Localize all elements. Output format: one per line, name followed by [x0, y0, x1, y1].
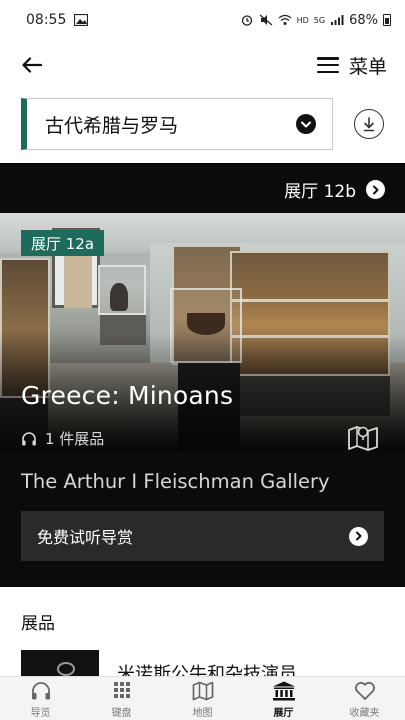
nav-item-guide[interactable]: 导览: [0, 677, 81, 720]
free-audio-tour-button[interactable]: 免费试听导赏: [21, 511, 384, 561]
hamburger-icon: [316, 57, 339, 73]
map-icon: [191, 680, 215, 702]
room-badge: 展厅 12a: [21, 230, 105, 256]
next-room-label: 展厅 12b: [284, 182, 356, 202]
map-pin-icon: [348, 426, 378, 451]
nav-label-guide: 导览: [30, 708, 51, 719]
arrow-left-icon: [22, 57, 42, 73]
museum-icon: [272, 680, 296, 702]
mute-icon: [259, 14, 272, 26]
exhibits-heading: 展品: [21, 614, 55, 634]
alarm-icon: [241, 15, 252, 26]
signal-icon: [331, 15, 344, 25]
chevron-right-icon: [366, 180, 385, 199]
status-time: 08:55: [26, 12, 67, 28]
chevron-down-icon: [296, 114, 316, 134]
gallery-hero-card: 展厅 12b 展厅 12a Greece: Minoans 1 件展品 The …: [0, 163, 405, 587]
heart-icon: [353, 680, 377, 702]
gallery-notification-icon: [74, 14, 89, 26]
gallery-dropdown-value: 古代希腊与罗马: [45, 114, 179, 137]
app-header: 菜单: [0, 40, 405, 90]
exhibit-title: 米诺斯公牛和杂技演员: [117, 664, 297, 676]
nav-item-favorites[interactable]: 收藏夹: [324, 677, 405, 720]
room-badge-label: 展厅 12a: [31, 234, 95, 253]
download-button[interactable]: [354, 109, 384, 139]
download-icon: [363, 116, 375, 131]
menu-label: 菜单: [348, 55, 387, 78]
status-bar: 08:55 HD 5G 68%: [0, 0, 405, 40]
exhibit-thumbnail: [21, 650, 99, 676]
keypad-icon: [110, 680, 134, 702]
battery-icon: [383, 14, 391, 26]
wifi-icon: [278, 14, 292, 25]
bottom-nav: 导览 键盘 地图 展厅 收藏夹: [0, 676, 405, 720]
exhibit-count-label: 1 件展品: [45, 430, 105, 448]
battery-level: 68%: [349, 12, 378, 28]
gallery-subtitle: The Arthur I Fleischman Gallery: [21, 470, 330, 493]
headphones-icon: [22, 431, 36, 445]
nav-item-keypad[interactable]: 键盘: [81, 677, 162, 720]
menu-button[interactable]: 菜单: [316, 52, 387, 79]
gallery-title: Greece: Minoans: [21, 381, 234, 410]
map-button[interactable]: [347, 423, 379, 451]
gallery-selector-row: 古代希腊与罗马: [0, 97, 405, 151]
network-type: HD: [296, 15, 309, 25]
nav-label-keypad: 键盘: [111, 708, 132, 719]
next-room-link[interactable]: 展厅 12b: [284, 177, 385, 202]
free-audio-tour-label: 免费试听导赏: [37, 528, 134, 547]
nav-label-galleries: 展厅: [273, 708, 294, 719]
chevron-right-icon: [349, 526, 368, 546]
list-item[interactable]: 米诺斯公牛和杂技演员: [21, 650, 384, 676]
headphones-icon: [29, 680, 53, 702]
back-button[interactable]: [20, 53, 44, 77]
nav-item-map[interactable]: 地图: [162, 677, 243, 720]
exhibit-count: 1 件展品: [21, 428, 104, 449]
nav-label-favorites: 收藏夹: [349, 708, 380, 719]
nav-label-map: 地图: [192, 708, 213, 719]
nav-item-galleries[interactable]: 展厅: [243, 677, 324, 720]
gallery-dropdown[interactable]: 古代希腊与罗马: [21, 98, 333, 150]
signal-type: 5G: [313, 15, 326, 25]
